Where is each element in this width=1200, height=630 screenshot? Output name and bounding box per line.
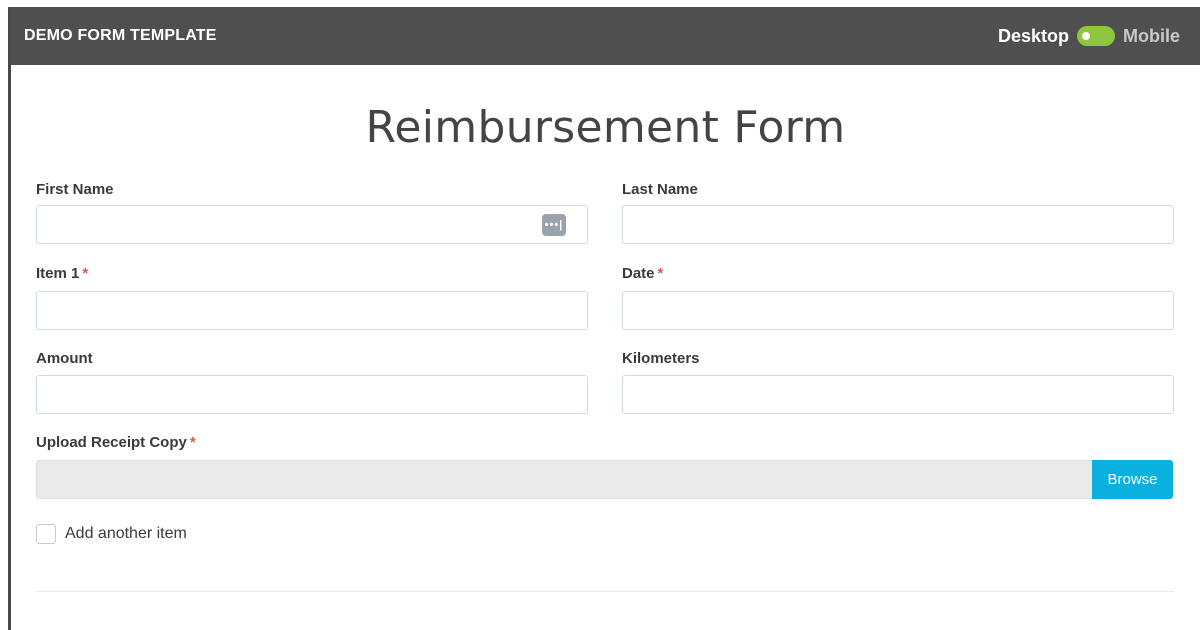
upload-label-text: Upload Receipt Copy	[36, 434, 187, 451]
amount-input[interactable]	[36, 375, 588, 414]
date-label-text: Date	[622, 265, 655, 282]
last-name-label: Last Name	[622, 181, 698, 198]
required-asterisk: *	[82, 265, 89, 282]
form-title: Reimbursement Form	[365, 102, 846, 153]
date-input[interactable]	[622, 291, 1174, 330]
date-label: Date *	[622, 265, 663, 282]
template-title: DEMO FORM TEMPLATE	[24, 27, 217, 44]
upload-file-field[interactable]	[36, 460, 1093, 499]
first-name-label: First Name	[36, 181, 114, 198]
form-divider	[36, 591, 1174, 592]
last-name-input[interactable]	[622, 205, 1174, 244]
required-asterisk: *	[657, 265, 664, 282]
kilometers-label: Kilometers	[622, 350, 700, 367]
mobile-label[interactable]: Mobile	[1123, 26, 1180, 47]
add-another-item-checkbox[interactable]	[36, 524, 56, 544]
view-switch[interactable]	[1077, 26, 1115, 46]
browse-button[interactable]: Browse	[1092, 460, 1173, 499]
kilometers-label-text: Kilometers	[622, 350, 700, 367]
switch-knob	[1082, 32, 1090, 40]
kilometers-input[interactable]	[622, 375, 1174, 414]
view-toggle: Desktop Mobile	[998, 26, 1180, 47]
form-window: DEMO FORM TEMPLATE Desktop Mobile Reimbu…	[8, 7, 1200, 630]
item1-label-text: Item 1	[36, 265, 80, 282]
first-name-label-text: First Name	[36, 181, 114, 198]
item1-input[interactable]	[36, 291, 588, 330]
upload-label: Upload Receipt Copy *	[36, 434, 196, 451]
desktop-label[interactable]: Desktop	[998, 26, 1069, 47]
top-bar: DEMO FORM TEMPLATE Desktop Mobile	[11, 7, 1200, 65]
amount-label-text: Amount	[36, 350, 93, 367]
required-asterisk: *	[189, 434, 196, 451]
first-name-input[interactable]	[36, 205, 588, 244]
last-name-label-text: Last Name	[622, 181, 698, 198]
amount-label: Amount	[36, 350, 93, 367]
password-manager-icon[interactable]: •••|	[542, 214, 566, 236]
add-another-item-label[interactable]: Add another item	[65, 525, 187, 543]
item1-label: Item 1 *	[36, 265, 88, 282]
